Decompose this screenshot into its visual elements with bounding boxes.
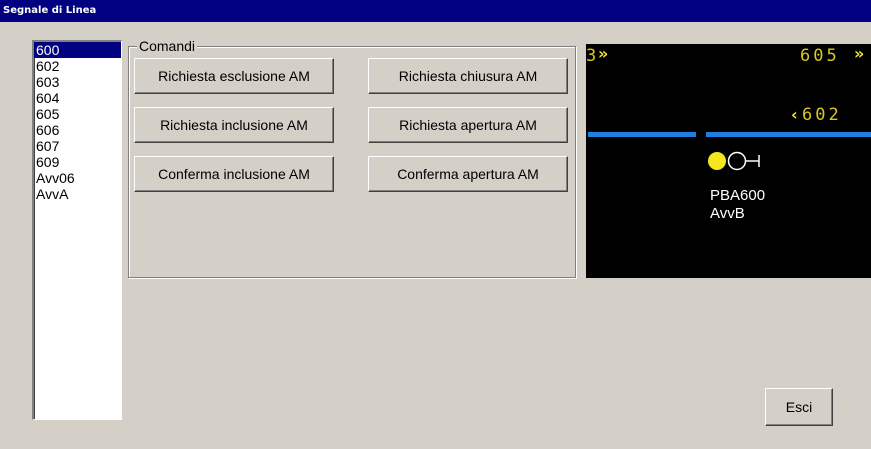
list-item[interactable]: 602 — [34, 58, 121, 74]
signal-name: PBA600 — [710, 187, 766, 204]
richiesta-chiusura-button[interactable]: Richiesta chiusura AM — [368, 58, 568, 94]
window-title-bar: Segnale di Linea — [0, 0, 871, 22]
list-item[interactable]: 603 — [34, 74, 121, 90]
track-segment-right — [706, 132, 871, 137]
left-arrow-icon: ‹ — [791, 105, 798, 124]
list-item[interactable]: 609 — [34, 154, 121, 170]
richiesta-apertura-button[interactable]: Richiesta apertura AM — [368, 107, 568, 143]
lamp-on — [708, 152, 726, 170]
signal-listbox[interactable]: 600 602 603 604 605 606 607 609 Avv06 Av… — [32, 40, 122, 420]
list-item[interactable]: 600 — [34, 42, 121, 58]
window-title: Segnale di Linea — [3, 5, 97, 16]
right-arrow-icon: » — [854, 44, 865, 63]
signal-subname: AvvB — [710, 205, 745, 222]
right-arrow-icon: » — [598, 44, 609, 63]
richiesta-esclusione-button[interactable]: Richiesta esclusione AM — [134, 58, 334, 94]
track-segment-left — [588, 132, 696, 137]
list-item[interactable]: 604 — [34, 90, 121, 106]
signal-605-label: 605 — [800, 46, 840, 66]
list-item[interactable]: 606 — [34, 122, 121, 138]
list-item[interactable]: 605 — [34, 106, 121, 122]
list-item[interactable]: Avv06 — [34, 170, 121, 186]
exit-button[interactable]: Esci — [765, 388, 833, 426]
conferma-inclusione-button[interactable]: Conferma inclusione AM — [134, 156, 334, 192]
lamp-off — [727, 151, 747, 171]
list-item[interactable]: 607 — [34, 138, 121, 154]
signal-diagram-panel: 3 » 605 » ‹ 602 PBA600 AvvB — [586, 44, 871, 278]
commands-group-title: Comandi — [137, 38, 198, 54]
signal-lamp-icon — [708, 151, 760, 171]
signal-602-label: 602 — [802, 105, 842, 125]
conferma-apertura-button[interactable]: Conferma apertura AM — [368, 156, 568, 192]
partial-signal-label: 3 — [586, 46, 597, 66]
richiesta-inclusione-button[interactable]: Richiesta inclusione AM — [134, 107, 334, 143]
list-item[interactable]: AvvA — [34, 186, 121, 202]
